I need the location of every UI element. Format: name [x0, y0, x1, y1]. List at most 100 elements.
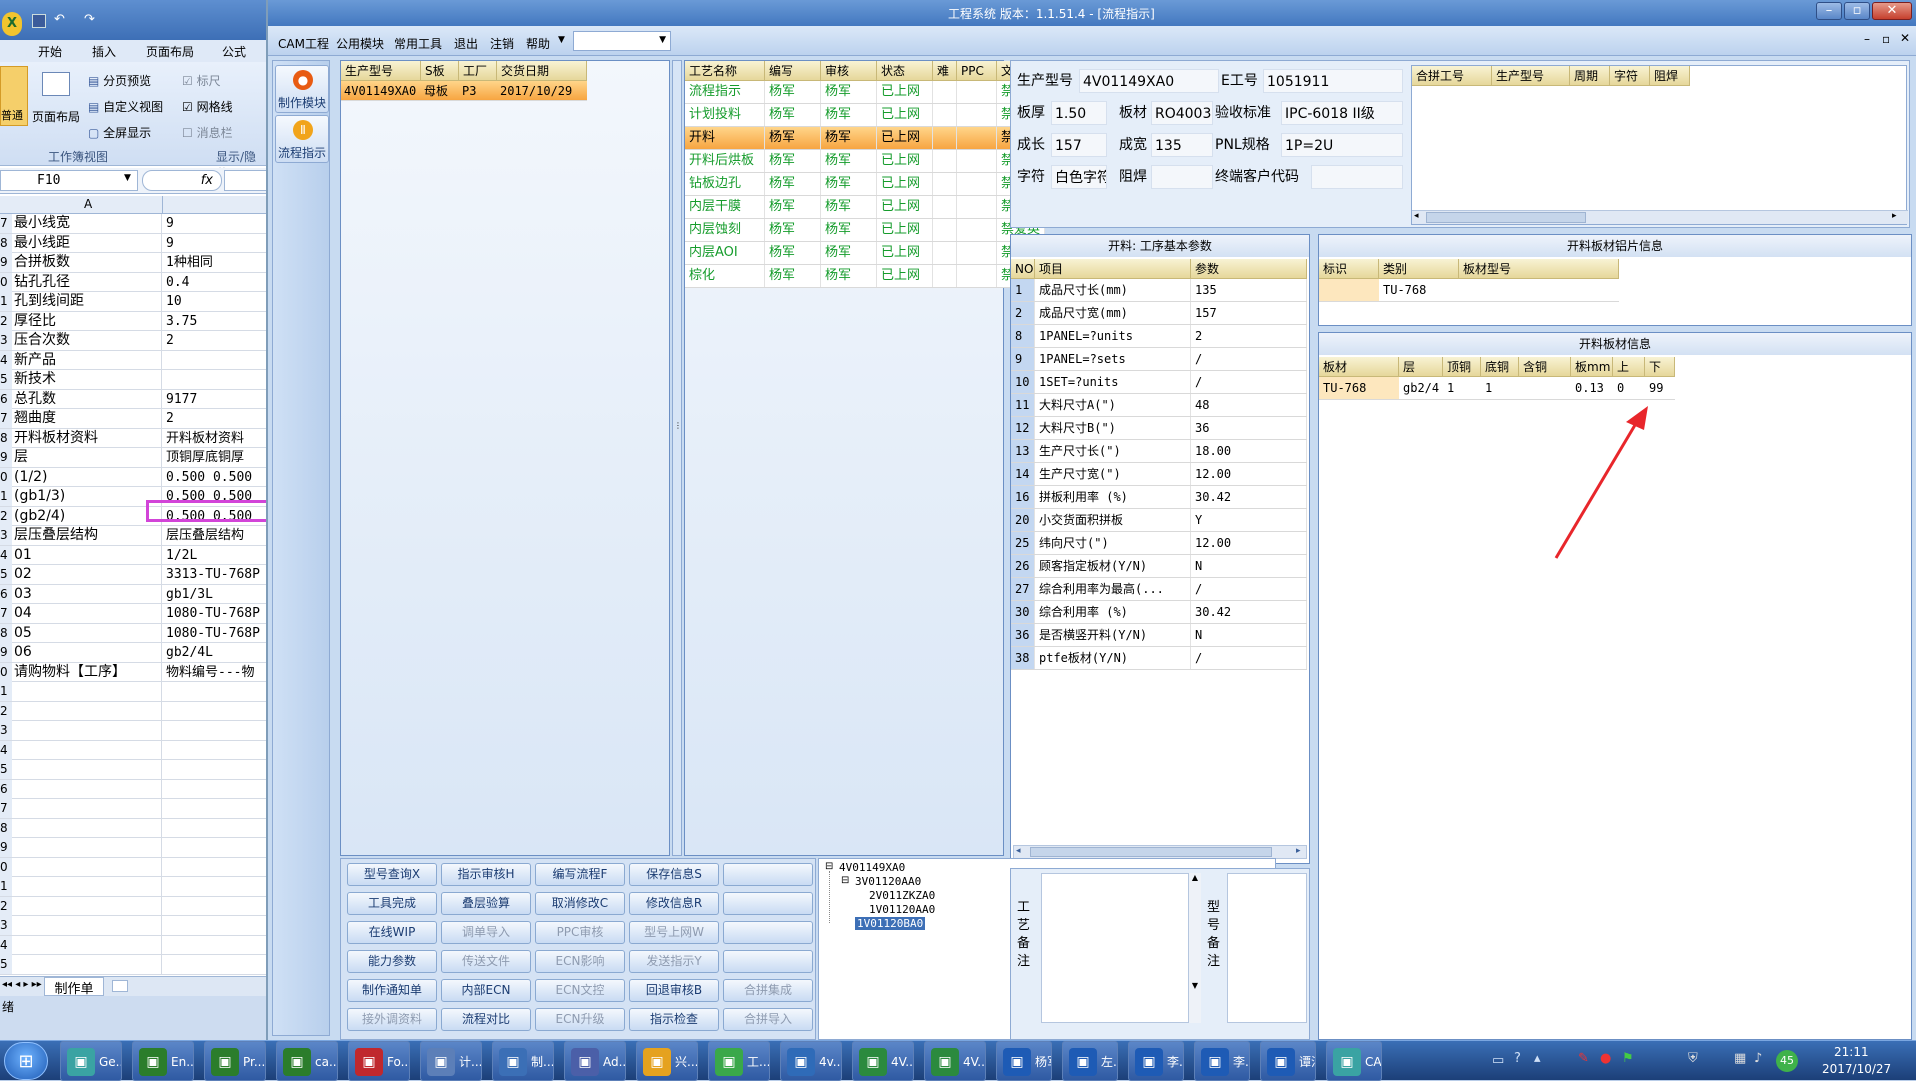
table-row[interactable]: 10 1SET=?units /	[1011, 371, 1307, 394]
action-button[interactable]	[723, 921, 813, 944]
menu-help[interactable]: 帮助	[526, 35, 550, 52]
normal-view-button[interactable]: 普通	[0, 66, 28, 126]
cell-a[interactable]: 开料板材资料	[14, 428, 162, 448]
taskbar-item[interactable]: ▣ 谭江	[1260, 1041, 1316, 1081]
merge-hscrollbar[interactable]: ◂ ▸	[1412, 210, 1908, 224]
column-header[interactable]: 板材型号	[1459, 259, 1619, 279]
excel-tab-layout[interactable]: 页面布局	[146, 43, 194, 60]
action-button[interactable]: 指示检查	[629, 1008, 719, 1031]
action-button[interactable]: 取消修改C	[535, 892, 625, 915]
taskbar-item[interactable]: ▣ 4V...	[852, 1041, 914, 1081]
taskbar-item[interactable]: ▣ 李...	[1128, 1041, 1184, 1081]
tree-child[interactable]: 3V01120AA0	[855, 875, 921, 888]
menu-more-icon[interactable]: ▼	[558, 35, 565, 45]
info-field-mat[interactable]: RO4003C	[1151, 101, 1213, 125]
taskbar-item[interactable]: ▣ 4v...	[780, 1041, 842, 1081]
cell-b[interactable]: 开料板材资料	[166, 429, 266, 448]
remark-vscrollbar[interactable]: ▲ ▼	[1189, 873, 1201, 1023]
info-field-std[interactable]: IPC-6018 II级	[1281, 101, 1403, 125]
action-button[interactable]	[723, 863, 813, 886]
cell-b[interactable]	[166, 897, 266, 916]
quick-undo-icon[interactable]: ↶	[54, 12, 65, 27]
cell-b[interactable]	[166, 721, 266, 740]
taskbar-item[interactable]: ▣ 4V...	[924, 1041, 986, 1081]
row-number[interactable]: 0	[0, 272, 12, 292]
tray-flag-icon[interactable]: ⚑	[1622, 1051, 1634, 1066]
action-button[interactable]: ECN升级	[535, 1008, 625, 1031]
action-button[interactable]: 叠层验算	[441, 892, 531, 915]
column-header[interactable]: 上	[1613, 357, 1645, 377]
row-number[interactable]: 9	[0, 253, 12, 272]
info-field-wid[interactable]: 135	[1151, 133, 1213, 157]
action-button[interactable]: 发送指示Y	[629, 950, 719, 973]
column-header[interactable]: 类别	[1379, 259, 1459, 279]
row-number[interactable]: 9	[0, 448, 12, 467]
table-row[interactable]: 钻板边孔杨军杨军已上网禁爱英	[685, 173, 1045, 196]
table-row[interactable]: 12 大料尺寸B(") 36	[1011, 417, 1307, 440]
column-header[interactable]: S板	[421, 61, 459, 81]
cell-b[interactable]: 2	[166, 409, 266, 428]
action-button[interactable]: 内部ECN	[441, 979, 531, 1002]
taskbar-item[interactable]: ▣ Ge...	[60, 1041, 122, 1081]
cell-a[interactable]: 04	[14, 604, 162, 623]
table-row[interactable]: 26 顾客指定板材(Y/N) N	[1011, 555, 1307, 578]
launcher-flow-indicator[interactable]: Ⅱ 流程指示	[275, 115, 329, 163]
launcher-make-module[interactable]: ● 制作模块	[275, 65, 329, 113]
tray-icon-1[interactable]: ▭	[1492, 1053, 1504, 1068]
mdi-min-icon[interactable]: –	[1864, 32, 1870, 46]
column-header[interactable]: 生产型号	[1492, 66, 1570, 86]
table-row[interactable]: 8 1PANEL=?units 2	[1011, 325, 1307, 348]
column-header[interactable]: 层	[1399, 357, 1443, 377]
cell-a[interactable]	[14, 818, 162, 838]
quick-save-icon[interactable]	[32, 14, 46, 28]
row-number[interactable]: 2	[0, 506, 12, 526]
model-remark-input[interactable]	[1227, 873, 1307, 1023]
action-button[interactable]	[723, 892, 813, 915]
cell-a[interactable]: 新产品	[14, 350, 162, 370]
taskbar-item[interactable]: ▣ ca...	[276, 1041, 338, 1081]
cell-a[interactable]: 02	[14, 565, 162, 584]
row-number[interactable]: 4	[0, 935, 12, 955]
table-row[interactable]: TU-768	[1319, 279, 1619, 302]
cell-b[interactable]	[166, 955, 266, 974]
table-row[interactable]: 内层蚀刻 杨军 杨军 已上网 禁爱英	[685, 219, 1045, 242]
cell-a[interactable]: 钻孔孔径	[14, 272, 162, 292]
cell-a[interactable]	[14, 955, 162, 974]
cell-b[interactable]	[166, 780, 266, 799]
column-header[interactable]: 板材	[1319, 357, 1399, 377]
cell-b[interactable]	[166, 351, 266, 370]
taskbar-item[interactable]: ▣ 李...	[1194, 1041, 1250, 1081]
row-number[interactable]: 7	[0, 409, 12, 428]
tree-leaf-2[interactable]: 1V01120AA0	[869, 903, 935, 916]
full-screen-button[interactable]: ▢ 全屏显示	[88, 124, 151, 141]
tree-collapse-icon-2[interactable]: ⊟	[841, 875, 849, 886]
row-number[interactable]: 5	[0, 370, 12, 389]
row-number[interactable]: 5	[0, 565, 12, 584]
info-field-pnl[interactable]: 1P=2U	[1281, 133, 1403, 157]
maximize-button[interactable]: ▫	[1844, 2, 1870, 20]
close-button[interactable]: ✕	[1872, 2, 1912, 20]
column-header[interactable]: 合拼工号	[1412, 66, 1492, 86]
minimize-button[interactable]: –	[1816, 2, 1842, 20]
info-field-cust[interactable]	[1311, 165, 1403, 189]
cell-b[interactable]: gb1/3L	[166, 585, 266, 604]
menu-tools[interactable]: 常用工具	[394, 35, 442, 52]
cell-b[interactable]: 顶铜厚底铜厚	[166, 448, 266, 467]
table-row[interactable]: TU-768 gb2/4 1 1 0.13 0 99	[1319, 377, 1675, 400]
column-header[interactable]: 字符	[1610, 66, 1650, 86]
row-number[interactable]: 7	[0, 799, 12, 818]
row-number[interactable]: 0	[0, 857, 12, 877]
column-header[interactable]: 板mm	[1571, 357, 1613, 377]
cell-a[interactable]	[14, 779, 162, 799]
tray-help-icon[interactable]: ?	[1514, 1051, 1521, 1066]
custom-view-button[interactable]: ▤ 自定义视图	[88, 98, 163, 115]
table-row[interactable]: 11 大料尺寸A(") 48	[1011, 394, 1307, 417]
table-row[interactable]: 13 生产尺寸长(") 18.00	[1011, 440, 1307, 463]
table-row[interactable]: 4V01149XA0 母板 P3 2017/10/29	[341, 81, 587, 101]
column-header[interactable]: 标识	[1319, 259, 1379, 279]
row-number[interactable]: 2	[0, 311, 12, 331]
cell-b[interactable]: 1/2L	[166, 546, 266, 565]
tray-shield-icon[interactable]: ⛨	[1688, 1051, 1698, 1066]
cell-b[interactable]: 9177	[166, 390, 266, 409]
cell-a[interactable]	[14, 799, 162, 818]
